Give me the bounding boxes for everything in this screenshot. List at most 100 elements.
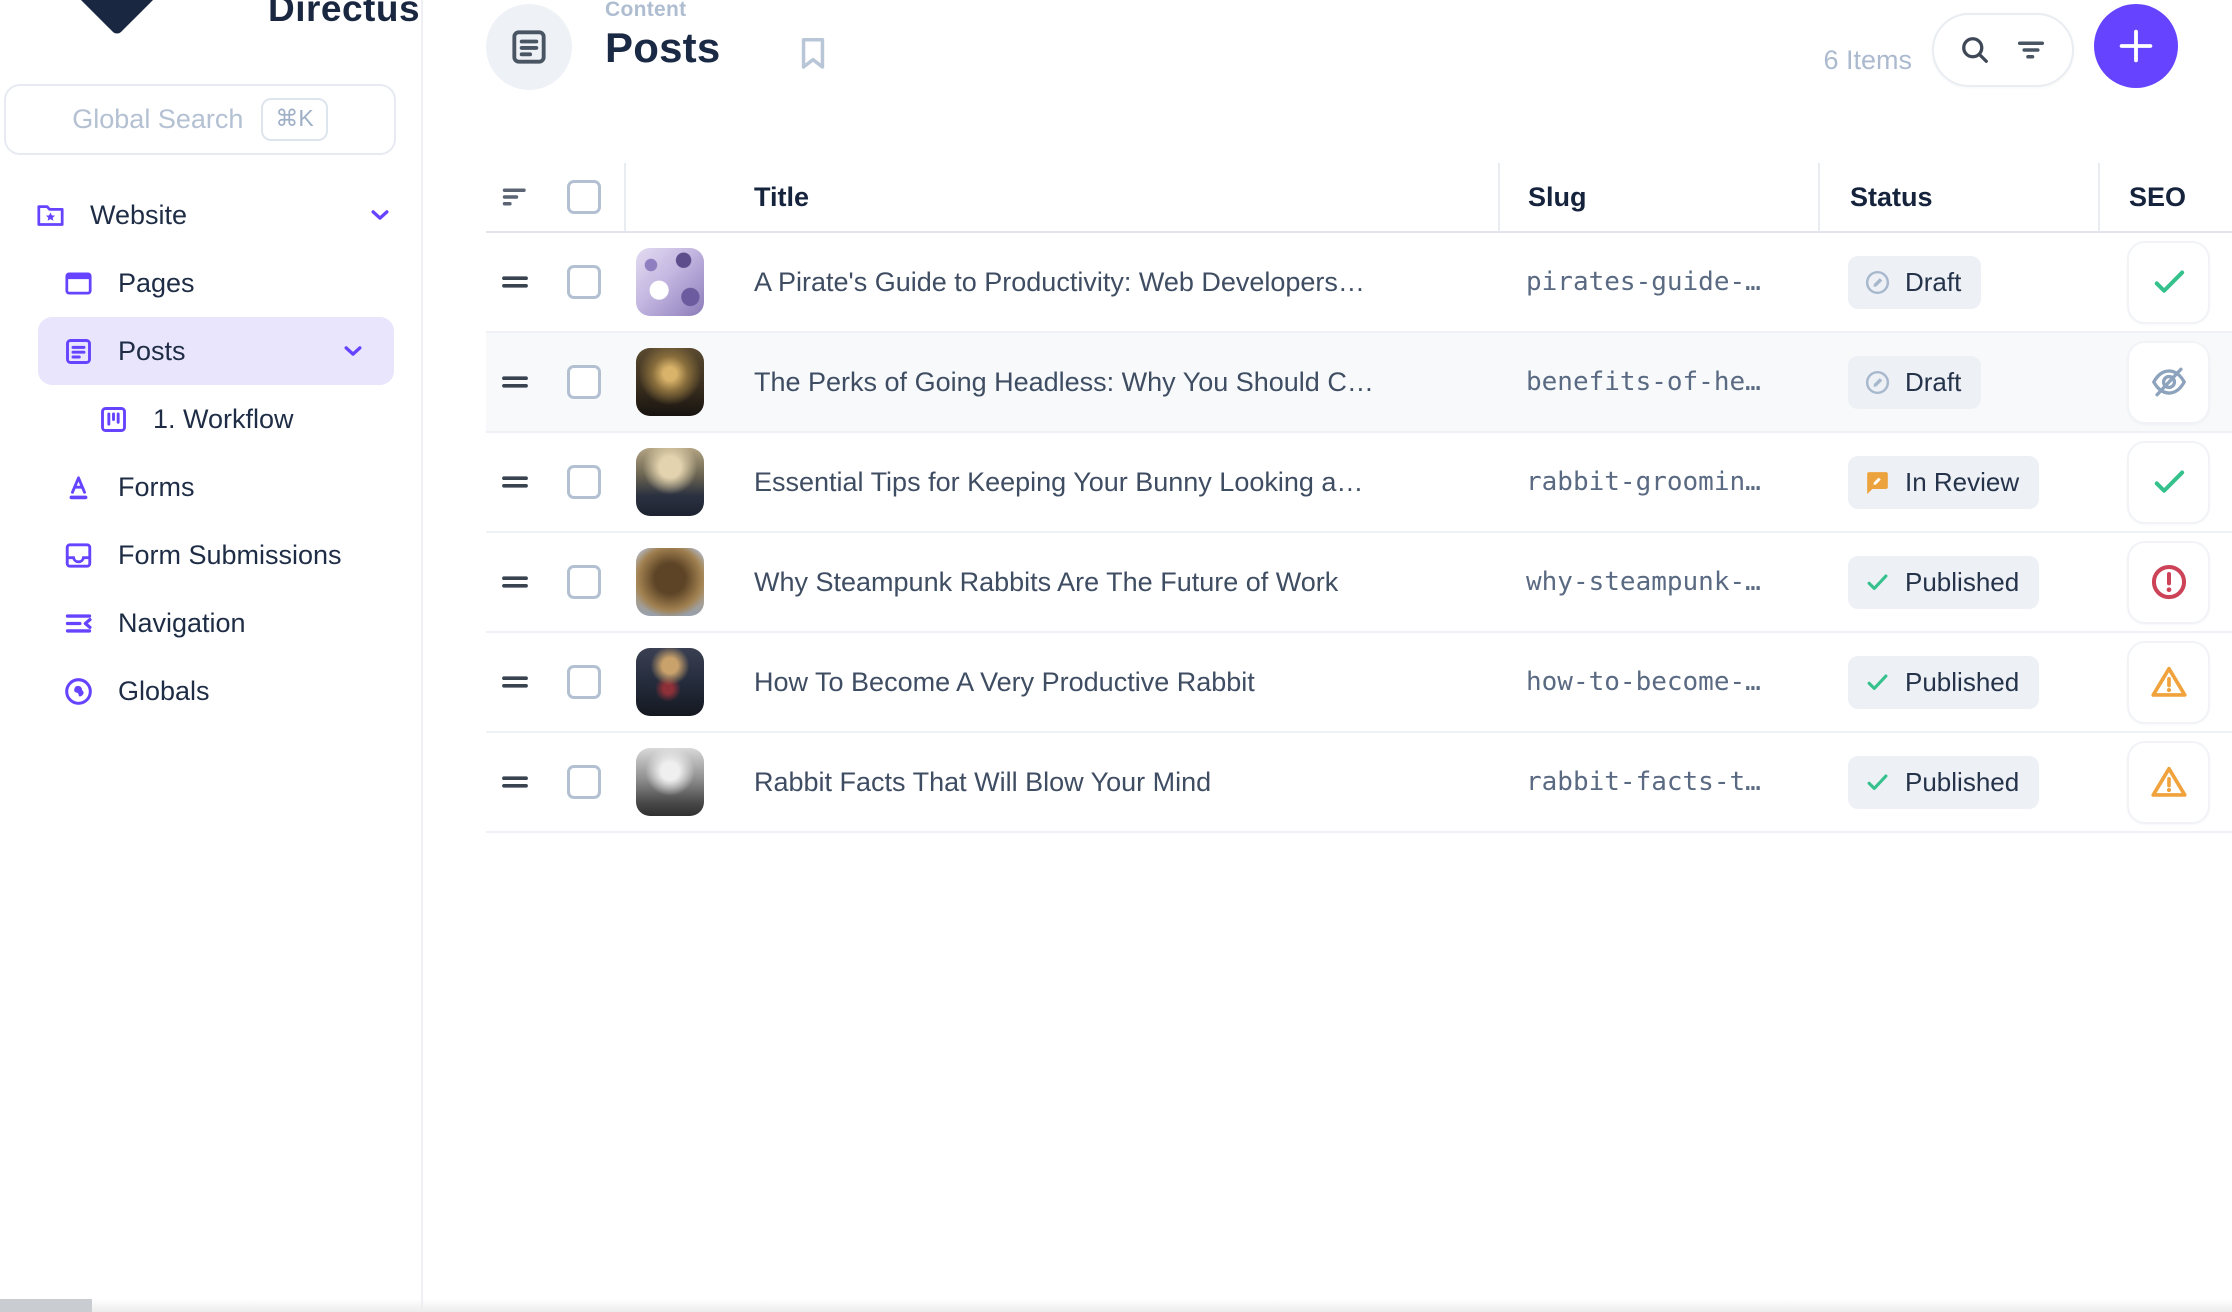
table-row[interactable]: Rabbit Facts That Will Blow Your Mind ra… (486, 733, 2232, 833)
global-search-input[interactable]: Global Search ⌘K (4, 84, 396, 155)
collection-icon-button[interactable] (486, 4, 572, 90)
sidebar-item-website[interactable]: Website (0, 181, 421, 249)
scrollbar-thumb[interactable] (0, 1299, 92, 1312)
status-badge: Published (1848, 656, 2039, 709)
status-badge: Draft (1848, 356, 1981, 409)
drag-handle-icon[interactable] (496, 563, 534, 601)
drag-handle-icon[interactable] (496, 463, 534, 501)
sidebar-item-navigation[interactable]: Navigation (0, 589, 421, 657)
seo-status-button[interactable] (2127, 641, 2210, 724)
post-thumbnail (636, 448, 704, 516)
seo-status-button[interactable] (2127, 341, 2210, 424)
sidebar-item-globals[interactable]: Globals (0, 657, 421, 725)
inbox-icon (62, 539, 95, 572)
post-slug: pirates-guide-… (1526, 267, 1761, 297)
sidebar-item-label: Navigation (118, 608, 246, 639)
published-check-icon (1862, 767, 1893, 798)
menu-open-icon (62, 607, 95, 640)
post-title: Rabbit Facts That Will Blow Your Mind (754, 767, 1211, 797)
status-badge: Published (1848, 756, 2039, 809)
post-thumbnail (636, 748, 704, 816)
items-count: 6 Items (1823, 45, 1912, 76)
brand-header[interactable]: Directus (0, 0, 421, 44)
sidebar-item-pages[interactable]: Pages (0, 249, 421, 317)
seo-ok-icon (2148, 461, 2190, 503)
column-header-seo[interactable]: SEO (2098, 163, 2232, 231)
manual-sort-icon[interactable] (497, 179, 533, 215)
sidebar-item-label: Forms (118, 472, 195, 503)
drag-handle-icon[interactable] (496, 663, 534, 701)
seo-ok-icon (2148, 261, 2190, 303)
status-label: Draft (1905, 267, 1961, 298)
table-row[interactable]: Why Steampunk Rabbits Are The Future of … (486, 533, 2232, 633)
filter-icon[interactable] (2013, 32, 2049, 68)
brand-name: Directus (268, 0, 420, 30)
column-header-slug[interactable]: Slug (1498, 163, 1818, 231)
sidebar-item-label: Pages (118, 268, 195, 299)
status-label: Published (1905, 767, 2019, 798)
seo-status-button[interactable] (2127, 241, 2210, 324)
row-checkbox[interactable] (567, 365, 601, 399)
warning-icon (2148, 661, 2190, 703)
seo-status-button[interactable] (2127, 741, 2210, 824)
table-header-row: Title Slug Status SEO (486, 163, 2232, 233)
row-checkbox[interactable] (567, 465, 601, 499)
status-label: Published (1905, 567, 2019, 598)
status-badge: In Review (1848, 456, 2039, 509)
post-slug: why-steampunk-… (1526, 567, 1761, 597)
sidebar-item-label: Globals (118, 676, 210, 707)
chevron-down-icon[interactable] (365, 200, 395, 230)
drag-handle-icon[interactable] (496, 263, 534, 301)
sidebar-item-label: 1. Workflow (153, 404, 294, 435)
search-placeholder: Global Search (72, 104, 243, 135)
horizontal-scrollbar[interactable] (0, 1299, 2232, 1312)
sidebar-item-form-submissions[interactable]: Form Submissions (0, 521, 421, 589)
row-checkbox[interactable] (567, 665, 601, 699)
draft-icon (1862, 267, 1893, 298)
sidebar-item-forms[interactable]: Forms (0, 453, 421, 521)
published-check-icon (1862, 567, 1893, 598)
folder-star-icon (34, 199, 67, 232)
post-title: The Perks of Going Headless: Why You Sho… (754, 367, 1374, 397)
eye-off-icon (2148, 361, 2190, 403)
draft-icon (1862, 367, 1893, 398)
drag-handle-icon[interactable] (496, 363, 534, 401)
column-header-status[interactable]: Status (1818, 163, 2098, 231)
error-icon (2148, 561, 2190, 603)
directus-logo-icon (76, 0, 158, 36)
drag-handle-icon[interactable] (496, 763, 534, 801)
row-checkbox[interactable] (567, 265, 601, 299)
chevron-down-icon[interactable] (338, 336, 368, 366)
sidebar: Directus Global Search ⌘K Website Pages … (0, 0, 423, 1312)
row-checkbox[interactable] (567, 565, 601, 599)
search-icon[interactable] (1957, 32, 1993, 68)
column-header-title[interactable]: Title (718, 163, 1498, 231)
seo-status-button[interactable] (2127, 541, 2210, 624)
post-slug: rabbit-facts-t… (1526, 767, 1761, 797)
post-thumbnail (636, 648, 704, 716)
posts-table: Title Slug Status SEO A Pirate's Guide t… (486, 163, 2232, 833)
page-title: Posts (605, 24, 720, 72)
row-checkbox[interactable] (567, 765, 601, 799)
table-row[interactable]: A Pirate's Guide to Productivity: Web De… (486, 233, 2232, 333)
sidebar-item-label: Posts (118, 336, 186, 367)
table-row[interactable]: How To Become A Very Productive Rabbit h… (486, 633, 2232, 733)
bookmark-icon[interactable] (792, 32, 834, 74)
status-badge: Draft (1848, 256, 1981, 309)
post-title: How To Become A Very Productive Rabbit (754, 667, 1255, 697)
post-thumbnail (636, 348, 704, 416)
post-title: Essential Tips for Keeping Your Bunny Lo… (754, 467, 1363, 497)
status-label: Draft (1905, 367, 1961, 398)
status-label: In Review (1905, 467, 2019, 498)
seo-status-button[interactable] (2127, 441, 2210, 524)
in-review-icon (1862, 467, 1893, 498)
add-item-button[interactable] (2094, 4, 2178, 88)
select-all-checkbox[interactable] (567, 180, 601, 214)
sidebar-item-workflow[interactable]: 1. Workflow (0, 385, 421, 453)
sidebar-item-posts[interactable]: Posts (38, 317, 394, 385)
browser-window-icon (62, 267, 95, 300)
table-row[interactable]: Essential Tips for Keeping Your Bunny Lo… (486, 433, 2232, 533)
table-row[interactable]: The Perks of Going Headless: Why You Sho… (486, 333, 2232, 433)
post-title: A Pirate's Guide to Productivity: Web De… (754, 267, 1365, 297)
post-thumbnail (636, 248, 704, 316)
